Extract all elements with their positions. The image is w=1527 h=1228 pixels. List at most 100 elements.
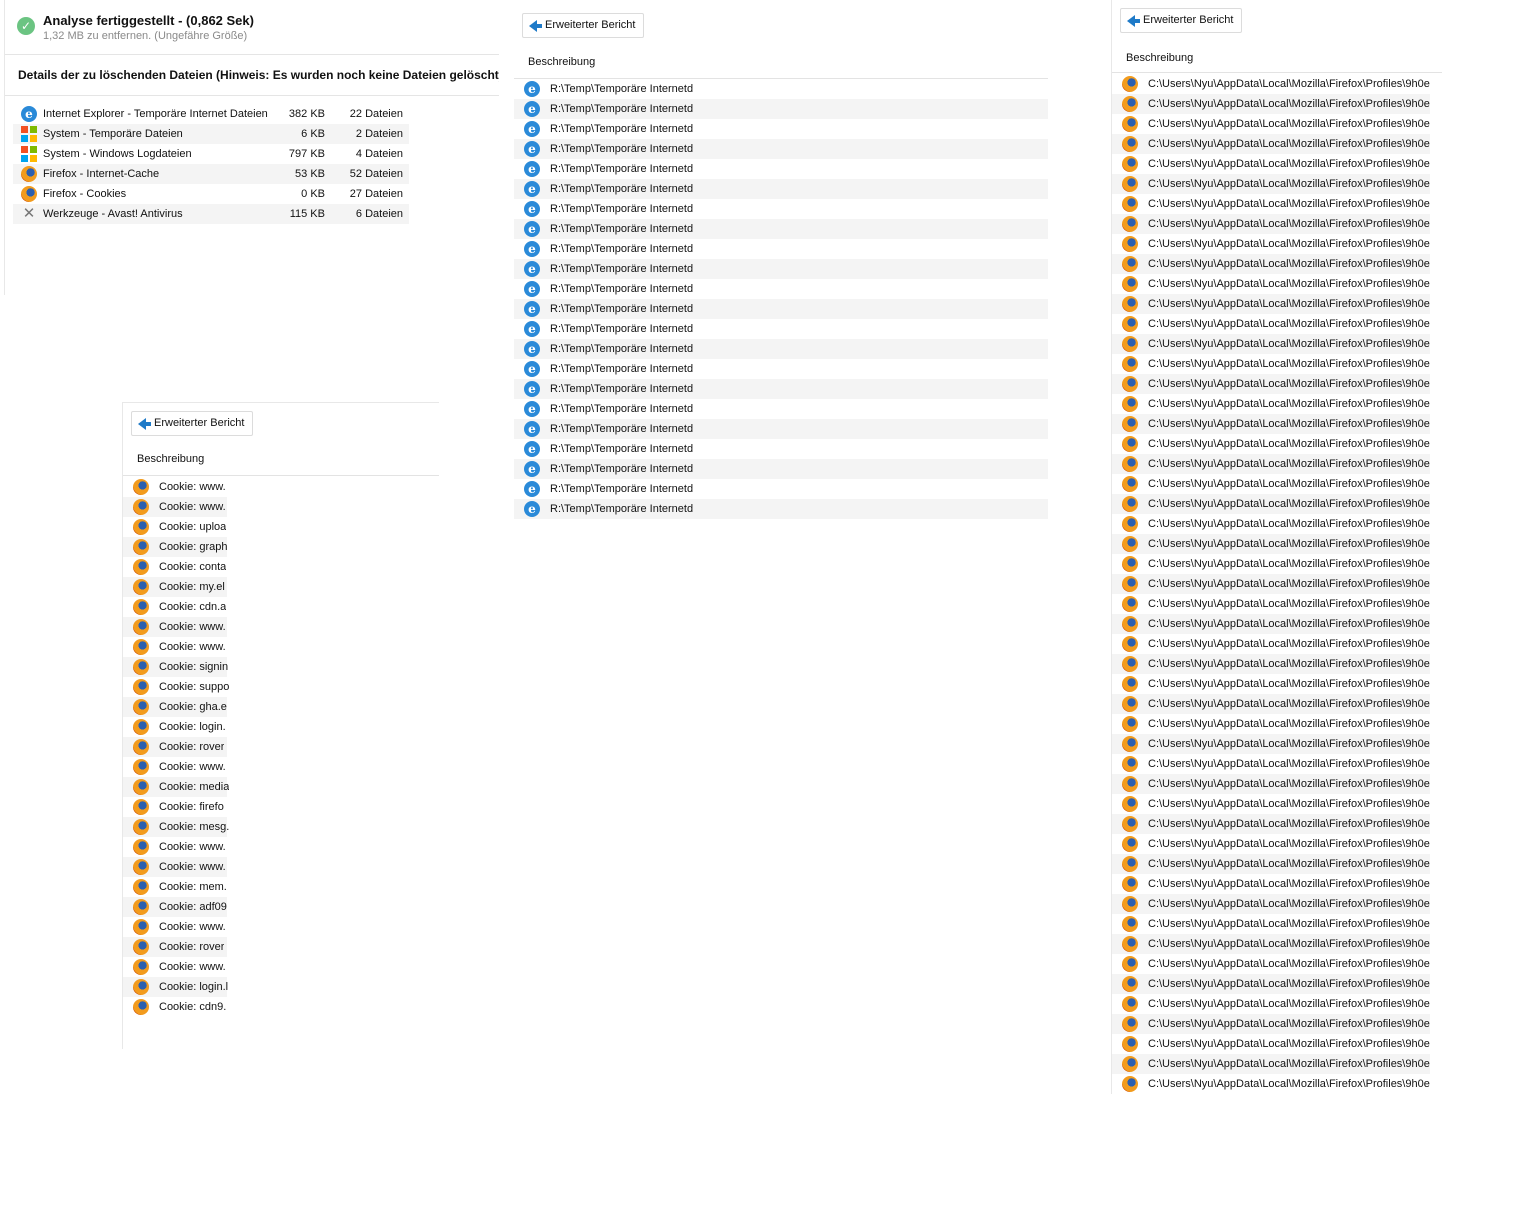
cache-file-row[interactable]: C:\Users\Nyu\AppData\Local\Mozilla\Firef…	[1112, 154, 1430, 174]
cache-file-row[interactable]: C:\Users\Nyu\AppData\Local\Mozilla\Firef…	[1112, 314, 1430, 334]
cache-file-row[interactable]: C:\Users\Nyu\AppData\Local\Mozilla\Firef…	[1112, 654, 1430, 674]
cookie-row[interactable]: Cookie: rover	[123, 937, 227, 957]
cache-file-row[interactable]: C:\Users\Nyu\AppData\Local\Mozilla\Firef…	[1112, 114, 1430, 134]
cache-file-row[interactable]: C:\Users\Nyu\AppData\Local\Mozilla\Firef…	[1112, 1014, 1430, 1034]
cache-file-row[interactable]: C:\Users\Nyu\AppData\Local\Mozilla\Firef…	[1112, 1054, 1430, 1074]
cache-file-row[interactable]: C:\Users\Nyu\AppData\Local\Mozilla\Firef…	[1112, 134, 1430, 154]
cache-file-row[interactable]: C:\Users\Nyu\AppData\Local\Mozilla\Firef…	[1112, 734, 1430, 754]
cookie-row[interactable]: Cookie: my.el	[123, 577, 227, 597]
cache-file-row[interactable]: C:\Users\Nyu\AppData\Local\Mozilla\Firef…	[1112, 454, 1430, 474]
ie-file-row[interactable]: e R:\Temp\Temporäre Internetd	[514, 379, 1048, 399]
cache-file-row[interactable]: C:\Users\Nyu\AppData\Local\Mozilla\Firef…	[1112, 694, 1430, 714]
cookie-row[interactable]: Cookie: graph	[123, 537, 228, 557]
cookie-row[interactable]: Cookie: signin	[123, 657, 228, 677]
cache-file-row[interactable]: C:\Users\Nyu\AppData\Local\Mozilla\Firef…	[1112, 474, 1430, 494]
cookie-row[interactable]: Cookie: www.	[123, 637, 227, 657]
back-button[interactable]: Erweiterter Bericht	[522, 13, 645, 38]
cookie-row[interactable]: Cookie: www.	[123, 917, 227, 937]
cache-file-row[interactable]: C:\Users\Nyu\AppData\Local\Mozilla\Firef…	[1112, 854, 1430, 874]
column-header-beschreibung[interactable]: Beschreibung	[1126, 52, 1193, 64]
ie-file-row[interactable]: e R:\Temp\Temporäre Internetd	[514, 479, 1048, 499]
ie-file-row[interactable]: e R:\Temp\Temporäre Internetd	[514, 159, 1048, 179]
cookie-row[interactable]: Cookie: suppo	[123, 677, 229, 697]
cache-file-row[interactable]: C:\Users\Nyu\AppData\Local\Mozilla\Firef…	[1112, 894, 1430, 914]
cookie-row[interactable]: Cookie: www.	[123, 617, 227, 637]
cookie-row[interactable]: Cookie: adf09	[123, 897, 227, 917]
ie-file-row[interactable]: e R:\Temp\Temporäre Internetd	[514, 139, 1048, 159]
cache-file-row[interactable]: C:\Users\Nyu\AppData\Local\Mozilla\Firef…	[1112, 74, 1430, 94]
cookie-row[interactable]: Cookie: www.	[123, 477, 227, 497]
cache-file-row[interactable]: C:\Users\Nyu\AppData\Local\Mozilla\Firef…	[1112, 834, 1430, 854]
cache-file-row[interactable]: C:\Users\Nyu\AppData\Local\Mozilla\Firef…	[1112, 934, 1430, 954]
cache-file-row[interactable]: C:\Users\Nyu\AppData\Local\Mozilla\Firef…	[1112, 294, 1430, 314]
cache-file-row[interactable]: C:\Users\Nyu\AppData\Local\Mozilla\Firef…	[1112, 714, 1430, 734]
cookie-row[interactable]: Cookie: www.	[123, 837, 227, 857]
ie-file-row[interactable]: e R:\Temp\Temporäre Internetd	[514, 299, 1048, 319]
cache-file-row[interactable]: C:\Users\Nyu\AppData\Local\Mozilla\Firef…	[1112, 794, 1430, 814]
ie-file-row[interactable]: e R:\Temp\Temporäre Internetd	[514, 359, 1048, 379]
cache-file-row[interactable]: C:\Users\Nyu\AppData\Local\Mozilla\Firef…	[1112, 774, 1430, 794]
cookie-row[interactable]: Cookie: login.l	[123, 977, 228, 997]
cache-file-row[interactable]: C:\Users\Nyu\AppData\Local\Mozilla\Firef…	[1112, 414, 1430, 434]
ie-file-row[interactable]: e R:\Temp\Temporäre Internetd	[514, 119, 1048, 139]
details-row[interactable]: ✕ Werkzeuge - Avast! Antivirus 115 KB 6 Dat…	[13, 204, 409, 224]
details-row[interactable]: e Internet Explorer - Temporäre Internet …	[13, 104, 409, 124]
ie-file-row[interactable]: e R:\Temp\Temporäre Internetd	[514, 339, 1048, 359]
cache-file-row[interactable]: C:\Users\Nyu\AppData\Local\Mozilla\Firef…	[1112, 1034, 1430, 1054]
ie-file-row[interactable]: e R:\Temp\Temporäre Internetd	[514, 499, 1048, 519]
cookie-row[interactable]: Cookie: login.	[123, 717, 227, 737]
cache-file-row[interactable]: C:\Users\Nyu\AppData\Local\Mozilla\Firef…	[1112, 594, 1430, 614]
cookie-row[interactable]: Cookie: www.	[123, 957, 227, 977]
details-row[interactable]: System - Windows Logdateien 797 KB 4 Datei…	[13, 144, 409, 164]
cache-file-row[interactable]: C:\Users\Nyu\AppData\Local\Mozilla\Firef…	[1112, 554, 1430, 574]
cookie-row[interactable]: Cookie: mem.	[123, 877, 227, 897]
cookie-row[interactable]: Cookie: gha.e	[123, 697, 227, 717]
ie-file-row[interactable]: e R:\Temp\Temporäre Internetd	[514, 179, 1048, 199]
cache-file-row[interactable]: C:\Users\Nyu\AppData\Local\Mozilla\Firef…	[1112, 514, 1430, 534]
cookie-row[interactable]: Cookie: firefo	[123, 797, 227, 817]
details-row[interactable]: Firefox - Cookies 0 KB 27 Dateien	[13, 184, 409, 204]
ie-file-row[interactable]: e R:\Temp\Temporäre Internetd	[514, 199, 1048, 219]
cache-file-row[interactable]: C:\Users\Nyu\AppData\Local\Mozilla\Firef…	[1112, 1074, 1430, 1094]
cache-file-row[interactable]: C:\Users\Nyu\AppData\Local\Mozilla\Firef…	[1112, 974, 1430, 994]
cookie-row[interactable]: Cookie: cdn9.	[123, 997, 227, 1017]
cache-file-row[interactable]: C:\Users\Nyu\AppData\Local\Mozilla\Firef…	[1112, 274, 1430, 294]
cache-file-row[interactable]: C:\Users\Nyu\AppData\Local\Mozilla\Firef…	[1112, 534, 1430, 554]
cache-file-row[interactable]: C:\Users\Nyu\AppData\Local\Mozilla\Firef…	[1112, 214, 1430, 234]
column-header-beschreibung[interactable]: Beschreibung	[528, 56, 595, 68]
ie-file-row[interactable]: e R:\Temp\Temporäre Internetd	[514, 279, 1048, 299]
cache-file-row[interactable]: C:\Users\Nyu\AppData\Local\Mozilla\Firef…	[1112, 174, 1430, 194]
cache-file-row[interactable]: C:\Users\Nyu\AppData\Local\Mozilla\Firef…	[1112, 614, 1430, 634]
cache-file-row[interactable]: C:\Users\Nyu\AppData\Local\Mozilla\Firef…	[1112, 94, 1430, 114]
ie-file-row[interactable]: e R:\Temp\Temporäre Internetd	[514, 239, 1048, 259]
column-header-beschreibung[interactable]: Beschreibung	[137, 453, 204, 465]
cache-file-row[interactable]: C:\Users\Nyu\AppData\Local\Mozilla\Firef…	[1112, 374, 1430, 394]
cookie-row[interactable]: Cookie: www.	[123, 757, 227, 777]
cache-file-row[interactable]: C:\Users\Nyu\AppData\Local\Mozilla\Firef…	[1112, 334, 1430, 354]
details-row[interactable]: Firefox - Internet-Cache 53 KB 52 Dateien	[13, 164, 409, 184]
cache-file-row[interactable]: C:\Users\Nyu\AppData\Local\Mozilla\Firef…	[1112, 434, 1430, 454]
cache-file-row[interactable]: C:\Users\Nyu\AppData\Local\Mozilla\Firef…	[1112, 254, 1430, 274]
cache-file-row[interactable]: C:\Users\Nyu\AppData\Local\Mozilla\Firef…	[1112, 394, 1430, 414]
cache-file-row[interactable]: C:\Users\Nyu\AppData\Local\Mozilla\Firef…	[1112, 494, 1430, 514]
cache-file-row[interactable]: C:\Users\Nyu\AppData\Local\Mozilla\Firef…	[1112, 234, 1430, 254]
details-row[interactable]: System - Temporäre Dateien 6 KB 2 Dateien	[13, 124, 409, 144]
ie-file-row[interactable]: e R:\Temp\Temporäre Internetd	[514, 319, 1048, 339]
ie-file-row[interactable]: e R:\Temp\Temporäre Internetd	[514, 419, 1048, 439]
ie-file-row[interactable]: e R:\Temp\Temporäre Internetd	[514, 219, 1048, 239]
cookie-row[interactable]: Cookie: www.	[123, 857, 227, 877]
ie-file-row[interactable]: e R:\Temp\Temporäre Internetd	[514, 99, 1048, 119]
cache-file-row[interactable]: C:\Users\Nyu\AppData\Local\Mozilla\Firef…	[1112, 814, 1430, 834]
cache-file-row[interactable]: C:\Users\Nyu\AppData\Local\Mozilla\Firef…	[1112, 354, 1430, 374]
cache-file-row[interactable]: C:\Users\Nyu\AppData\Local\Mozilla\Firef…	[1112, 994, 1430, 1014]
ie-file-row[interactable]: e R:\Temp\Temporäre Internetd	[514, 79, 1048, 99]
cache-file-row[interactable]: C:\Users\Nyu\AppData\Local\Mozilla\Firef…	[1112, 634, 1430, 654]
cookie-row[interactable]: Cookie: www.	[123, 497, 227, 517]
cookie-row[interactable]: Cookie: cdn.a	[123, 597, 227, 617]
cache-file-row[interactable]: C:\Users\Nyu\AppData\Local\Mozilla\Firef…	[1112, 574, 1430, 594]
cache-file-row[interactable]: C:\Users\Nyu\AppData\Local\Mozilla\Firef…	[1112, 874, 1430, 894]
cache-file-row[interactable]: C:\Users\Nyu\AppData\Local\Mozilla\Firef…	[1112, 954, 1430, 974]
cookie-row[interactable]: Cookie: uploa	[123, 517, 227, 537]
ie-file-row[interactable]: e R:\Temp\Temporäre Internetd	[514, 259, 1048, 279]
cache-file-row[interactable]: C:\Users\Nyu\AppData\Local\Mozilla\Firef…	[1112, 194, 1430, 214]
